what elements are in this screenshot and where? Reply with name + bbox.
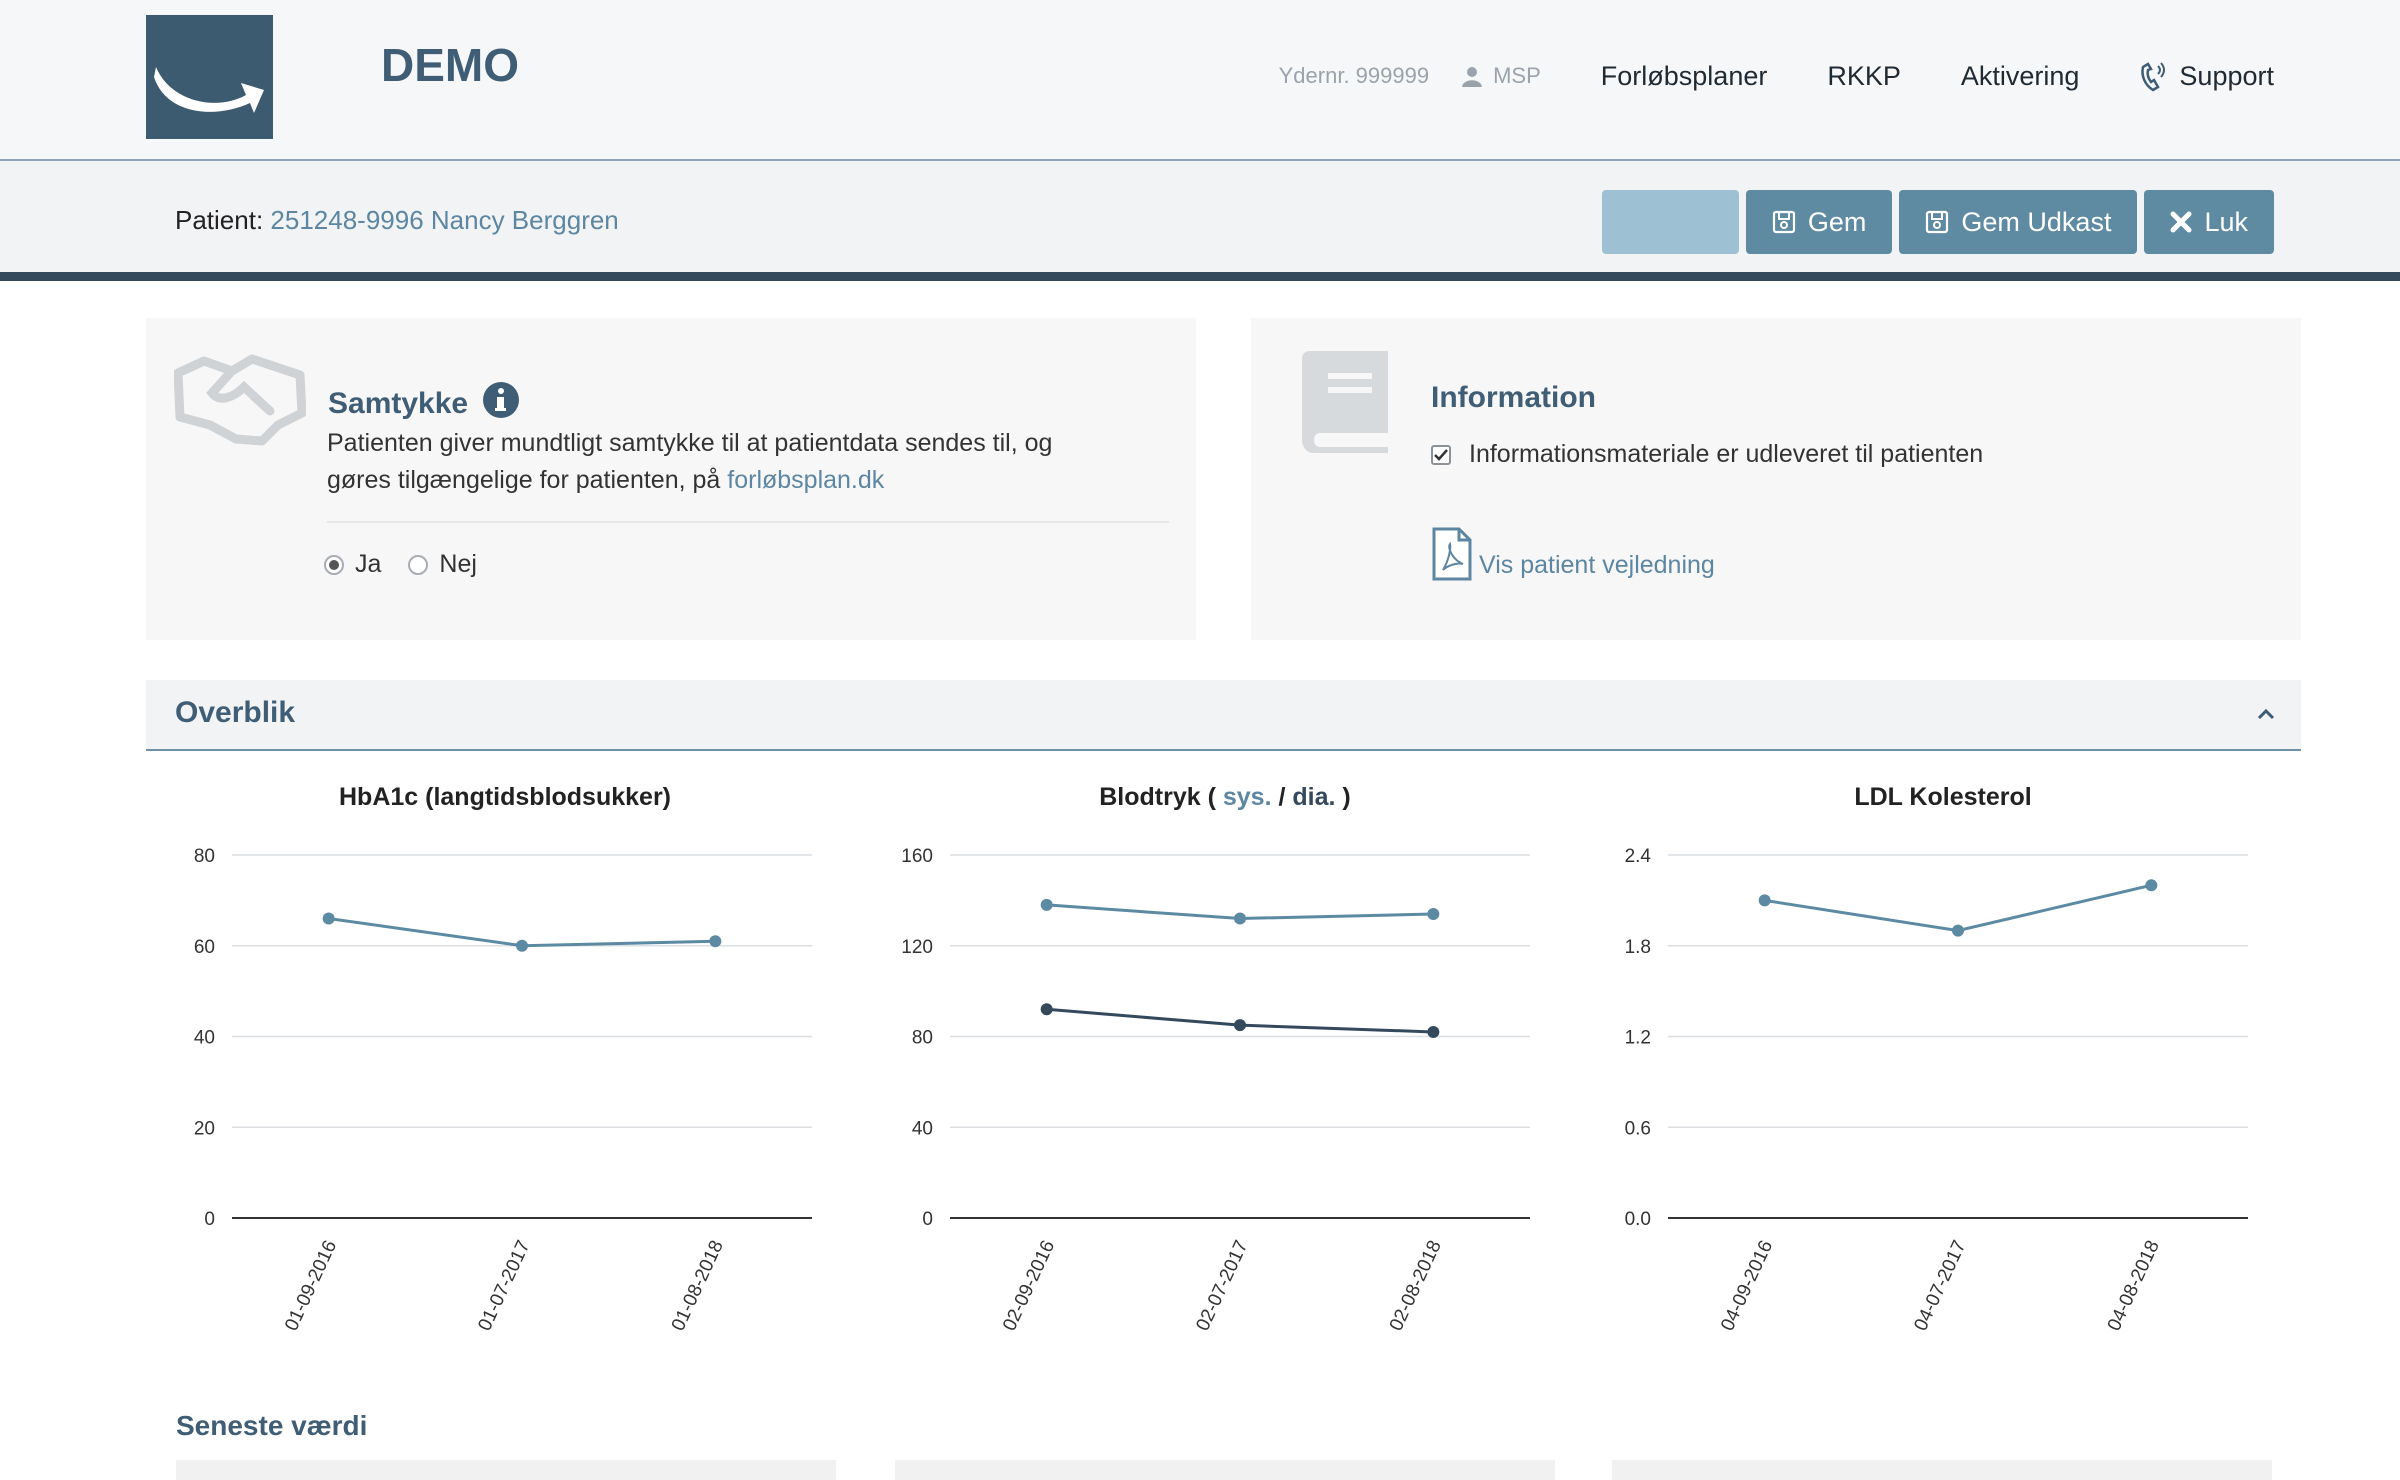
x-tick-label: 01-08-2018	[668, 1237, 728, 1334]
y-tick-label: 20	[194, 1118, 215, 1139]
data-point	[2145, 879, 2158, 892]
y-tick-label: 1.8	[1625, 937, 1651, 958]
x-tick-label: 02-08-2018	[1386, 1237, 1446, 1334]
overview-charts: 0 20 40 60 80 01-09-2016 01-07-2017 01-08-2018 0…	[194, 846, 2248, 1334]
latest-value-panel	[895, 1460, 1555, 1480]
data-point	[1952, 924, 1964, 937]
x-tick-label: 04-07-2017	[1910, 1237, 1970, 1334]
data-point	[1040, 1003, 1053, 1016]
y-tick-label: 2.4	[1625, 846, 1652, 867]
data-point	[1427, 1025, 1440, 1038]
x-tick-label: 01-09-2016	[281, 1237, 341, 1334]
y-tick-label: 0	[922, 1209, 933, 1230]
series-line	[1764, 883, 2152, 933]
data-point	[516, 939, 528, 952]
x-tick-label: 04-08-2018	[2104, 1237, 2164, 1334]
y-tick-label: 40	[912, 1118, 933, 1139]
y-tick-label: 80	[194, 846, 215, 867]
x-tick-label: 02-09-2016	[999, 1237, 1059, 1334]
y-tick-label: 0	[204, 1209, 215, 1230]
data-point	[1040, 898, 1053, 911]
data-point	[1427, 907, 1440, 920]
latest-value-panel	[1612, 1460, 2272, 1480]
y-tick-label: 0.0	[1625, 1209, 1651, 1230]
x-tick-label: 02-07-2017	[1192, 1237, 1252, 1334]
data-point	[709, 935, 722, 948]
x-tick-label: 04-09-2016	[1717, 1237, 1777, 1334]
y-tick-label: 40	[194, 1028, 215, 1049]
y-tick-label: 1.2	[1625, 1028, 1651, 1049]
x-tick-label: 01-07-2017	[474, 1237, 534, 1334]
data-point	[1758, 894, 1771, 907]
y-tick-label: 60	[194, 937, 215, 958]
y-tick-label: 120	[901, 937, 933, 958]
data-point	[1234, 912, 1246, 925]
latest-value-panel	[176, 1460, 836, 1480]
y-tick-label: 80	[912, 1028, 933, 1049]
latest-value-title: Seneste værdi	[176, 1410, 368, 1441]
y-tick-label: 160	[901, 846, 933, 867]
data-point	[322, 912, 335, 925]
data-point	[1234, 1019, 1246, 1032]
y-tick-label: 0.6	[1625, 1118, 1651, 1139]
